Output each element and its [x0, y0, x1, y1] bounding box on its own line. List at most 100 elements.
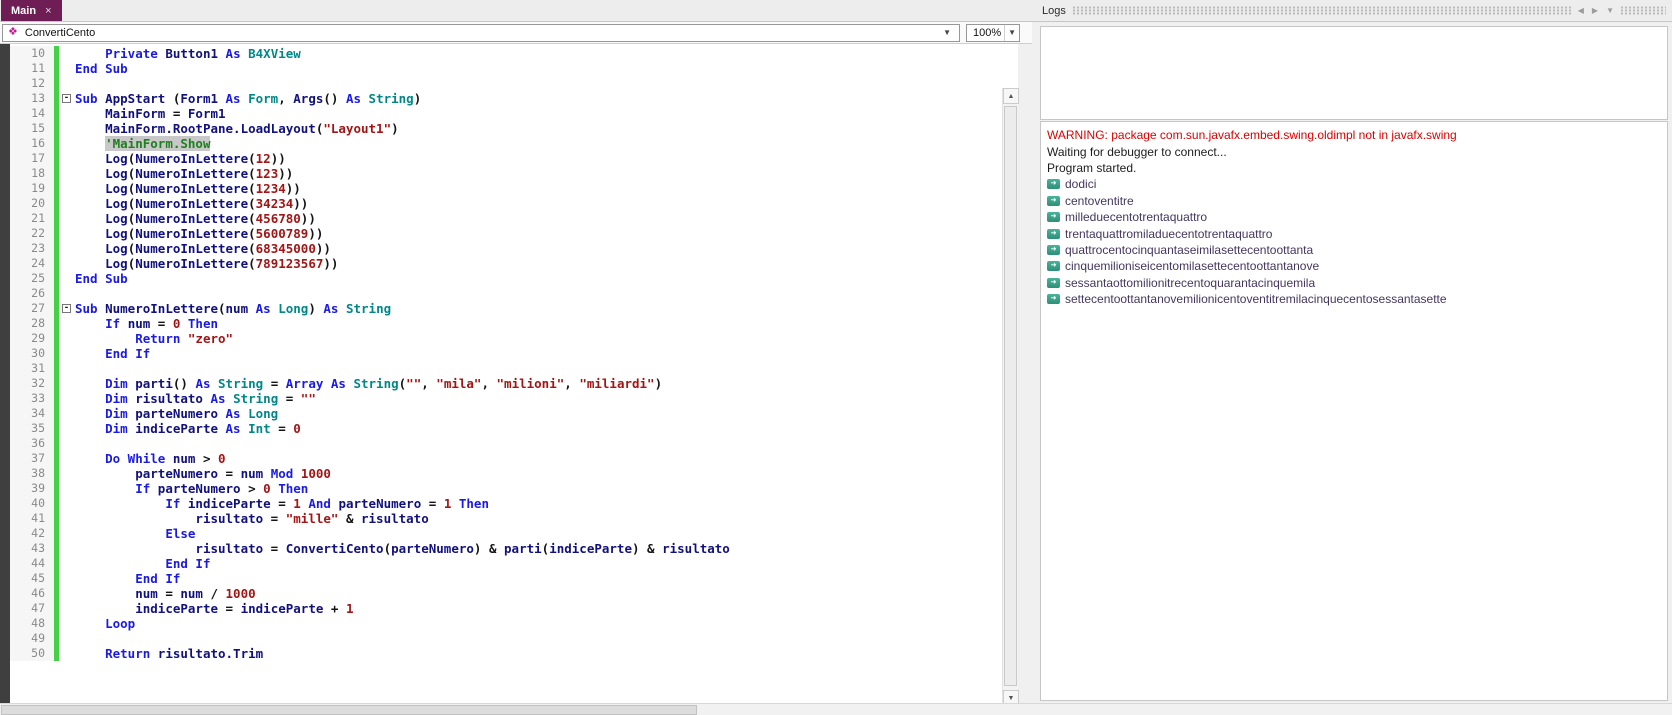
chevron-down-icon[interactable]: ▼ — [940, 28, 954, 37]
code-editor[interactable]: 10 Private Button1 As B4XView 11 End Sub 12… — [0, 44, 1019, 706]
scrollbar-thumb[interactable] — [1, 705, 697, 715]
code-line[interactable]: 17 Log(NumeroInLettere(12)) — [10, 151, 1002, 166]
fold-gutter — [60, 571, 75, 586]
code-line[interactable]: 40 If indiceParte = 1 And parteNumero = … — [10, 496, 1002, 511]
code-text: MainForm.RootPane.LoadLayout("Layout1") — [105, 121, 399, 136]
code-line[interactable]: 23 Log(NumeroInLettere(68345000)) — [10, 241, 1002, 256]
code-line[interactable]: 30 End If — [10, 346, 1002, 361]
fold-gutter — [60, 331, 75, 346]
code-text: Log(NumeroInLettere(456780)) — [105, 211, 316, 226]
minus-box-icon[interactable]: - — [62, 94, 71, 103]
code-line[interactable]: 21 Log(NumeroInLettere(456780)) — [10, 211, 1002, 226]
sub-selector-combobox[interactable]: ❖ ConvertiCento ▼ — [2, 23, 960, 42]
code-text: Return risultato.Trim — [105, 646, 264, 661]
logs-upper-pane — [1040, 26, 1668, 120]
change-indicator — [54, 421, 59, 436]
code-line[interactable]: 10 Private Button1 As B4XView — [10, 46, 1002, 61]
code-line[interactable]: 50 Return risultato.Trim — [10, 646, 1002, 661]
editor-left-margin — [0, 44, 10, 703]
chevron-down-icon[interactable]: ▼ — [1004, 24, 1019, 41]
code-text: End If — [135, 571, 181, 586]
code-text: Private Button1 As B4XView — [105, 46, 301, 61]
panel-splitter[interactable] — [1018, 44, 1036, 703]
code-line[interactable]: 29 Return "zero" — [10, 331, 1002, 346]
code-line[interactable]: 37 Do While num > 0 — [10, 451, 1002, 466]
code-line[interactable]: 26 — [10, 286, 1002, 301]
code-line[interactable]: 19 Log(NumeroInLettere(1234)) — [10, 181, 1002, 196]
code-line[interactable]: 12 — [10, 76, 1002, 91]
line-number: 49 — [10, 631, 54, 646]
code-line[interactable]: 32 Dim parti() As String = Array As Stri… — [10, 376, 1002, 391]
log-entry: ➜ milleduecentotrentaquattro — [1047, 209, 1661, 225]
horizontal-scrollbar[interactable] — [0, 703, 1672, 715]
code-line[interactable]: 49 — [10, 631, 1002, 646]
log-text: Waiting for debugger to connect... — [1047, 144, 1227, 159]
nav-next-icon[interactable]: ▶ — [1592, 6, 1598, 15]
fold-gutter — [60, 481, 75, 496]
close-icon[interactable]: × — [45, 5, 51, 17]
line-number: 13 — [10, 91, 54, 106]
code-line[interactable]: 47 indiceParte = indiceParte + 1 — [10, 601, 1002, 616]
code-line[interactable]: 43 risultato = ConvertiCento(parteNumero… — [10, 541, 1002, 556]
code-line[interactable]: 20 Log(NumeroInLettere(34234)) — [10, 196, 1002, 211]
code-line[interactable]: 48 Loop — [10, 616, 1002, 631]
change-indicator — [54, 361, 59, 376]
code-line[interactable]: 44 End If — [10, 556, 1002, 571]
code-line[interactable]: 28 If num = 0 Then — [10, 316, 1002, 331]
code-text: 'MainForm.Show — [105, 136, 211, 151]
code-text: indiceParte = indiceParte + 1 — [135, 601, 354, 616]
code-line[interactable]: 34 Dim parteNumero As Long — [10, 406, 1002, 421]
tab-main[interactable]: Main × — [1, 0, 62, 21]
code-line[interactable]: 16 'MainForm.Show — [10, 136, 1002, 151]
scroll-up-icon[interactable]: ▲ — [1003, 88, 1019, 104]
line-number: 14 — [10, 106, 54, 121]
code-line[interactable]: 14 MainForm = Form1 — [10, 106, 1002, 121]
change-indicator — [54, 136, 59, 151]
log-output[interactable]: WARNING: package com.sun.javafx.embed.sw… — [1040, 121, 1668, 701]
vertical-scrollbar[interactable]: ▲ ▼ — [1002, 88, 1019, 706]
code-line[interactable]: 36 — [10, 436, 1002, 451]
code-line[interactable]: 24 Log(NumeroInLettere(789123567)) — [10, 256, 1002, 271]
code-line[interactable]: 45 End If — [10, 571, 1002, 586]
nav-prev-icon[interactable]: ◀ — [1578, 6, 1584, 15]
log-entry-icon: ➜ — [1047, 179, 1060, 190]
code-line[interactable]: 25 End Sub — [10, 271, 1002, 286]
fold-gutter — [60, 496, 75, 511]
code-line[interactable]: 27- Sub NumeroInLettere(num As Long) As S… — [10, 301, 1002, 316]
change-indicator — [54, 376, 59, 391]
code-line[interactable]: 38 parteNumero = num Mod 1000 — [10, 466, 1002, 481]
code-line[interactable]: 35 Dim indiceParte As Int = 0 — [10, 421, 1002, 436]
scrollbar-thumb[interactable] — [1004, 106, 1017, 686]
change-indicator — [54, 631, 59, 646]
fold-collapse-icon[interactable]: - — [60, 91, 75, 106]
code-text: Dim indiceParte As Int = 0 — [105, 421, 301, 436]
code-line[interactable]: 46 num = num / 1000 — [10, 586, 1002, 601]
log-entry: Program started. — [1047, 160, 1661, 176]
change-indicator — [54, 316, 59, 331]
code-line[interactable]: 39 If parteNumero > 0 Then — [10, 481, 1002, 496]
fold-gutter — [60, 616, 75, 631]
log-entry-icon: ➜ — [1047, 195, 1060, 206]
code-line[interactable]: 33 Dim risultato As String = "" — [10, 391, 1002, 406]
zoom-value: 100% — [973, 26, 1002, 39]
code-line[interactable]: 18 Log(NumeroInLettere(123)) — [10, 166, 1002, 181]
log-entry: ➜ settecentoottantanovemilionicentoventit… — [1047, 291, 1661, 307]
code-line[interactable]: 41 risultato = "mille" & risultato — [10, 511, 1002, 526]
minus-box-icon[interactable]: - — [62, 304, 71, 313]
log-text: settecentoottantanovemilionicentoventitr… — [1065, 292, 1447, 307]
code-line[interactable]: 13- Sub AppStart (Form1 As Form, Args() A… — [10, 91, 1002, 106]
code-line[interactable]: 11 End Sub — [10, 61, 1002, 76]
fold-collapse-icon[interactable]: - — [60, 301, 75, 316]
line-number: 18 — [10, 166, 54, 181]
code-line[interactable]: 22 Log(NumeroInLettere(5600789)) — [10, 226, 1002, 241]
logs-panel-title: Logs — [1042, 4, 1066, 17]
chevron-down-icon[interactable]: ▼ — [1606, 6, 1614, 15]
log-entry: WARNING: package com.sun.javafx.embed.sw… — [1047, 127, 1661, 143]
line-number: 17 — [10, 151, 54, 166]
code-line[interactable]: 42 Else — [10, 526, 1002, 541]
code-line[interactable]: 31 — [10, 361, 1002, 376]
fold-gutter — [60, 376, 75, 391]
code-line[interactable]: 15 MainForm.RootPane.LoadLayout("Layout1… — [10, 121, 1002, 136]
zoom-combobox[interactable]: 100% ▼ — [966, 23, 1020, 42]
